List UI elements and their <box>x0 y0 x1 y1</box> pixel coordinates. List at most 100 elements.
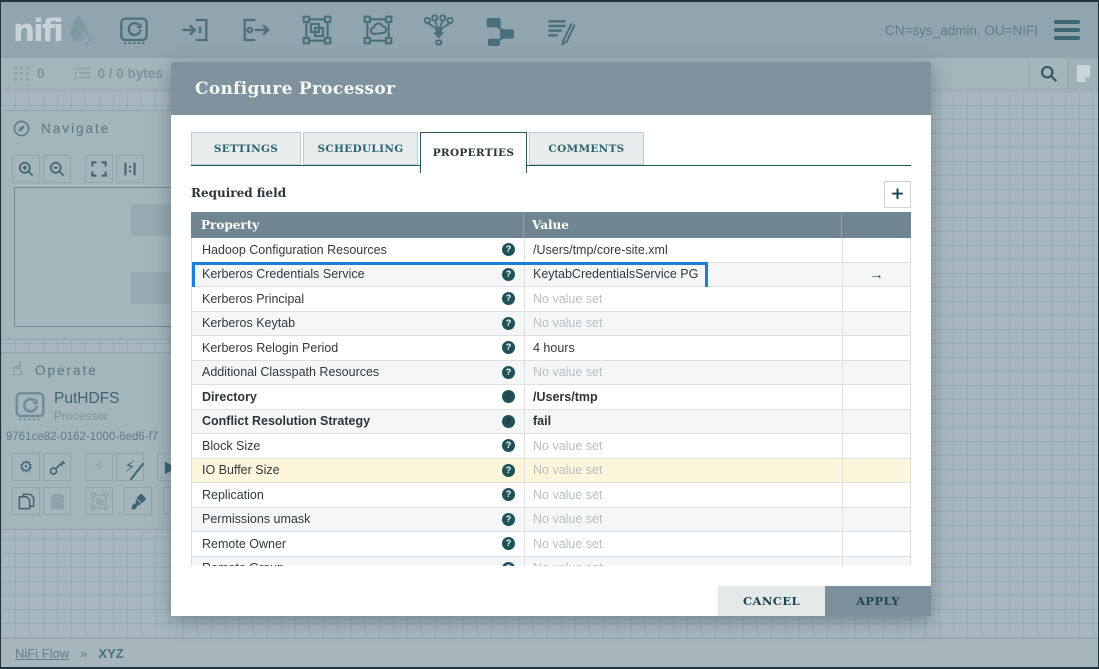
property-row[interactable]: Block Size? No value set <box>192 434 910 459</box>
property-value[interactable]: No value set <box>533 292 602 306</box>
property-name: Kerberos Relogin Period <box>202 340 339 355</box>
property-value[interactable]: No value set <box>533 561 602 566</box>
property-name: Remote Owner <box>202 536 287 551</box>
cancel-button[interactable]: CANCEL <box>718 586 825 616</box>
property-value[interactable]: fail <box>533 414 551 428</box>
operate-panel-title: Operate <box>34 362 98 378</box>
breadcrumb: NiFi Flow » XYZ <box>1 638 1098 667</box>
column-header-actions <box>841 212 911 238</box>
group-button[interactable] <box>85 487 113 515</box>
global-menu-button[interactable] <box>1054 20 1080 40</box>
property-row[interactable]: Replication? No value set <box>192 483 910 508</box>
plus-icon: + <box>890 184 905 204</box>
tab-scheduling[interactable]: SCHEDULING <box>303 132 418 165</box>
tab-settings[interactable]: SETTINGS <box>191 132 301 165</box>
apply-button[interactable]: APPLY <box>825 586 931 616</box>
component-name: PutHDFS <box>54 390 120 407</box>
property-value[interactable]: No value set <box>533 439 602 453</box>
bulletin-board-button[interactable] <box>1067 58 1098 89</box>
help-icon: ? <box>502 267 515 281</box>
property-value[interactable]: /Users/tmp <box>533 390 598 404</box>
input-port-tool[interactable] <box>178 13 212 47</box>
key-icon <box>49 460 65 475</box>
property-name: Hadoop Configuration Resources <box>202 242 387 257</box>
property-value[interactable]: /Users/tmp/core-site.xml <box>533 243 668 257</box>
property-value[interactable]: No value set <box>533 488 602 502</box>
lightning-slash-icon: ⚡ <box>124 457 136 476</box>
property-row[interactable]: Kerberos Keytab? No value set <box>192 311 910 336</box>
breadcrumb-root-link[interactable]: NiFi Flow <box>15 646 69 661</box>
property-value[interactable]: 4 hours <box>533 341 575 355</box>
property-row[interactable]: Remote Group? No value set <box>192 556 910 566</box>
zoom-in-button[interactable] <box>12 155 40 183</box>
tab-properties[interactable]: PROPERTIES <box>420 132 527 173</box>
search-button[interactable] <box>1029 58 1067 89</box>
property-row[interactable]: Remote Owner? No value set <box>192 532 910 557</box>
property-value[interactable]: No value set <box>533 512 602 526</box>
gear-icon: ⚙ <box>18 457 34 476</box>
processor-count: 0 <box>37 66 45 81</box>
access-policies-button[interactable] <box>43 453 71 481</box>
go-to-service-button[interactable]: → <box>870 266 884 282</box>
property-value[interactable]: KeytabCredentialsService PG <box>533 267 698 281</box>
property-name: Kerberos Credentials Service <box>202 267 365 282</box>
component-id: 9761ce82-0162-1000-6ed6-f7 <box>6 431 159 443</box>
property-row[interactable]: Additional Classpath Resources? No value … <box>192 360 910 385</box>
help-icon: ? <box>502 341 515 355</box>
property-name: Additional Classpath Resources <box>202 365 380 380</box>
property-row[interactable]: Kerberos Credentials Service? KeytabCrede… <box>192 261 910 293</box>
property-row[interactable]: IO Buffer Size? No value set <box>192 458 910 483</box>
funnel-tool[interactable] <box>422 13 456 47</box>
add-property-button[interactable]: + <box>884 181 911 208</box>
nifi-logo: nifi <box>1 13 95 49</box>
processor-tool[interactable] <box>117 13 151 47</box>
lightning-icon: ⚡ <box>93 457 105 476</box>
remote-process-group-icon <box>363 15 393 45</box>
zoom-in-icon <box>18 161 34 177</box>
template-icon <box>486 17 514 46</box>
dialog-title: Configure Processor <box>171 62 931 115</box>
tab-comments[interactable]: COMMENTS <box>529 132 644 165</box>
process-group-icon <box>302 15 332 45</box>
color-button[interactable] <box>124 487 152 515</box>
remote-process-group-tool[interactable] <box>361 13 395 47</box>
help-icon: ? <box>502 512 515 526</box>
properties-table: Property Value Hadoop Configuration Reso… <box>191 212 911 566</box>
property-value[interactable]: No value set <box>533 537 602 551</box>
paste-button[interactable] <box>43 487 71 515</box>
actual-size-icon <box>124 162 136 176</box>
zoom-actual-button[interactable] <box>116 155 144 183</box>
compass-icon <box>13 120 30 136</box>
component-toolbar <box>117 13 578 47</box>
property-row[interactable]: Kerberos Relogin Period? 4 hours <box>192 336 910 361</box>
label-tool[interactable] <box>544 13 578 47</box>
help-icon: ? <box>502 488 515 502</box>
queued-count: 0 / 0 bytes <box>97 66 163 81</box>
copy-button[interactable] <box>12 487 40 515</box>
property-row[interactable]: Directory? /Users/tmp <box>192 385 910 410</box>
zoom-out-button[interactable] <box>43 155 71 183</box>
current-user: CN=sys_admin, OU=NIFI <box>884 22 1038 38</box>
hand-icon: ☝ <box>12 359 25 380</box>
property-row[interactable]: Kerberos Principal? No value set <box>192 287 910 312</box>
template-tool[interactable] <box>483 13 517 47</box>
enable-button[interactable]: ⚡ <box>85 453 113 481</box>
breadcrumb-current: XYZ <box>98 645 124 661</box>
property-value[interactable]: No value set <box>533 316 602 330</box>
property-row[interactable]: Conflict Resolution Strategy? fail <box>192 409 910 434</box>
column-header-value: Value <box>523 212 841 238</box>
copy-icon <box>18 493 34 509</box>
property-name: Kerberos Keytab <box>202 316 296 331</box>
property-row[interactable]: Permissions umask? No value set <box>192 507 910 532</box>
property-value[interactable]: No value set <box>533 365 602 379</box>
zoom-fit-button[interactable] <box>85 155 113 183</box>
property-row[interactable]: Hadoop Configuration Resources? /Users/tm… <box>192 238 910 263</box>
output-port-tool[interactable] <box>239 13 273 47</box>
help-icon: ? <box>502 537 515 551</box>
process-group-tool[interactable] <box>300 13 334 47</box>
configure-processor-dialog: Configure Processor SETTINGS SCHEDULING PR… <box>171 62 931 616</box>
configure-button[interactable]: ⚙ <box>12 453 40 481</box>
disable-button[interactable]: ⚡ <box>116 453 144 481</box>
nifi-logo-text: nifi <box>13 13 64 49</box>
property-value[interactable]: No value set <box>533 463 602 477</box>
